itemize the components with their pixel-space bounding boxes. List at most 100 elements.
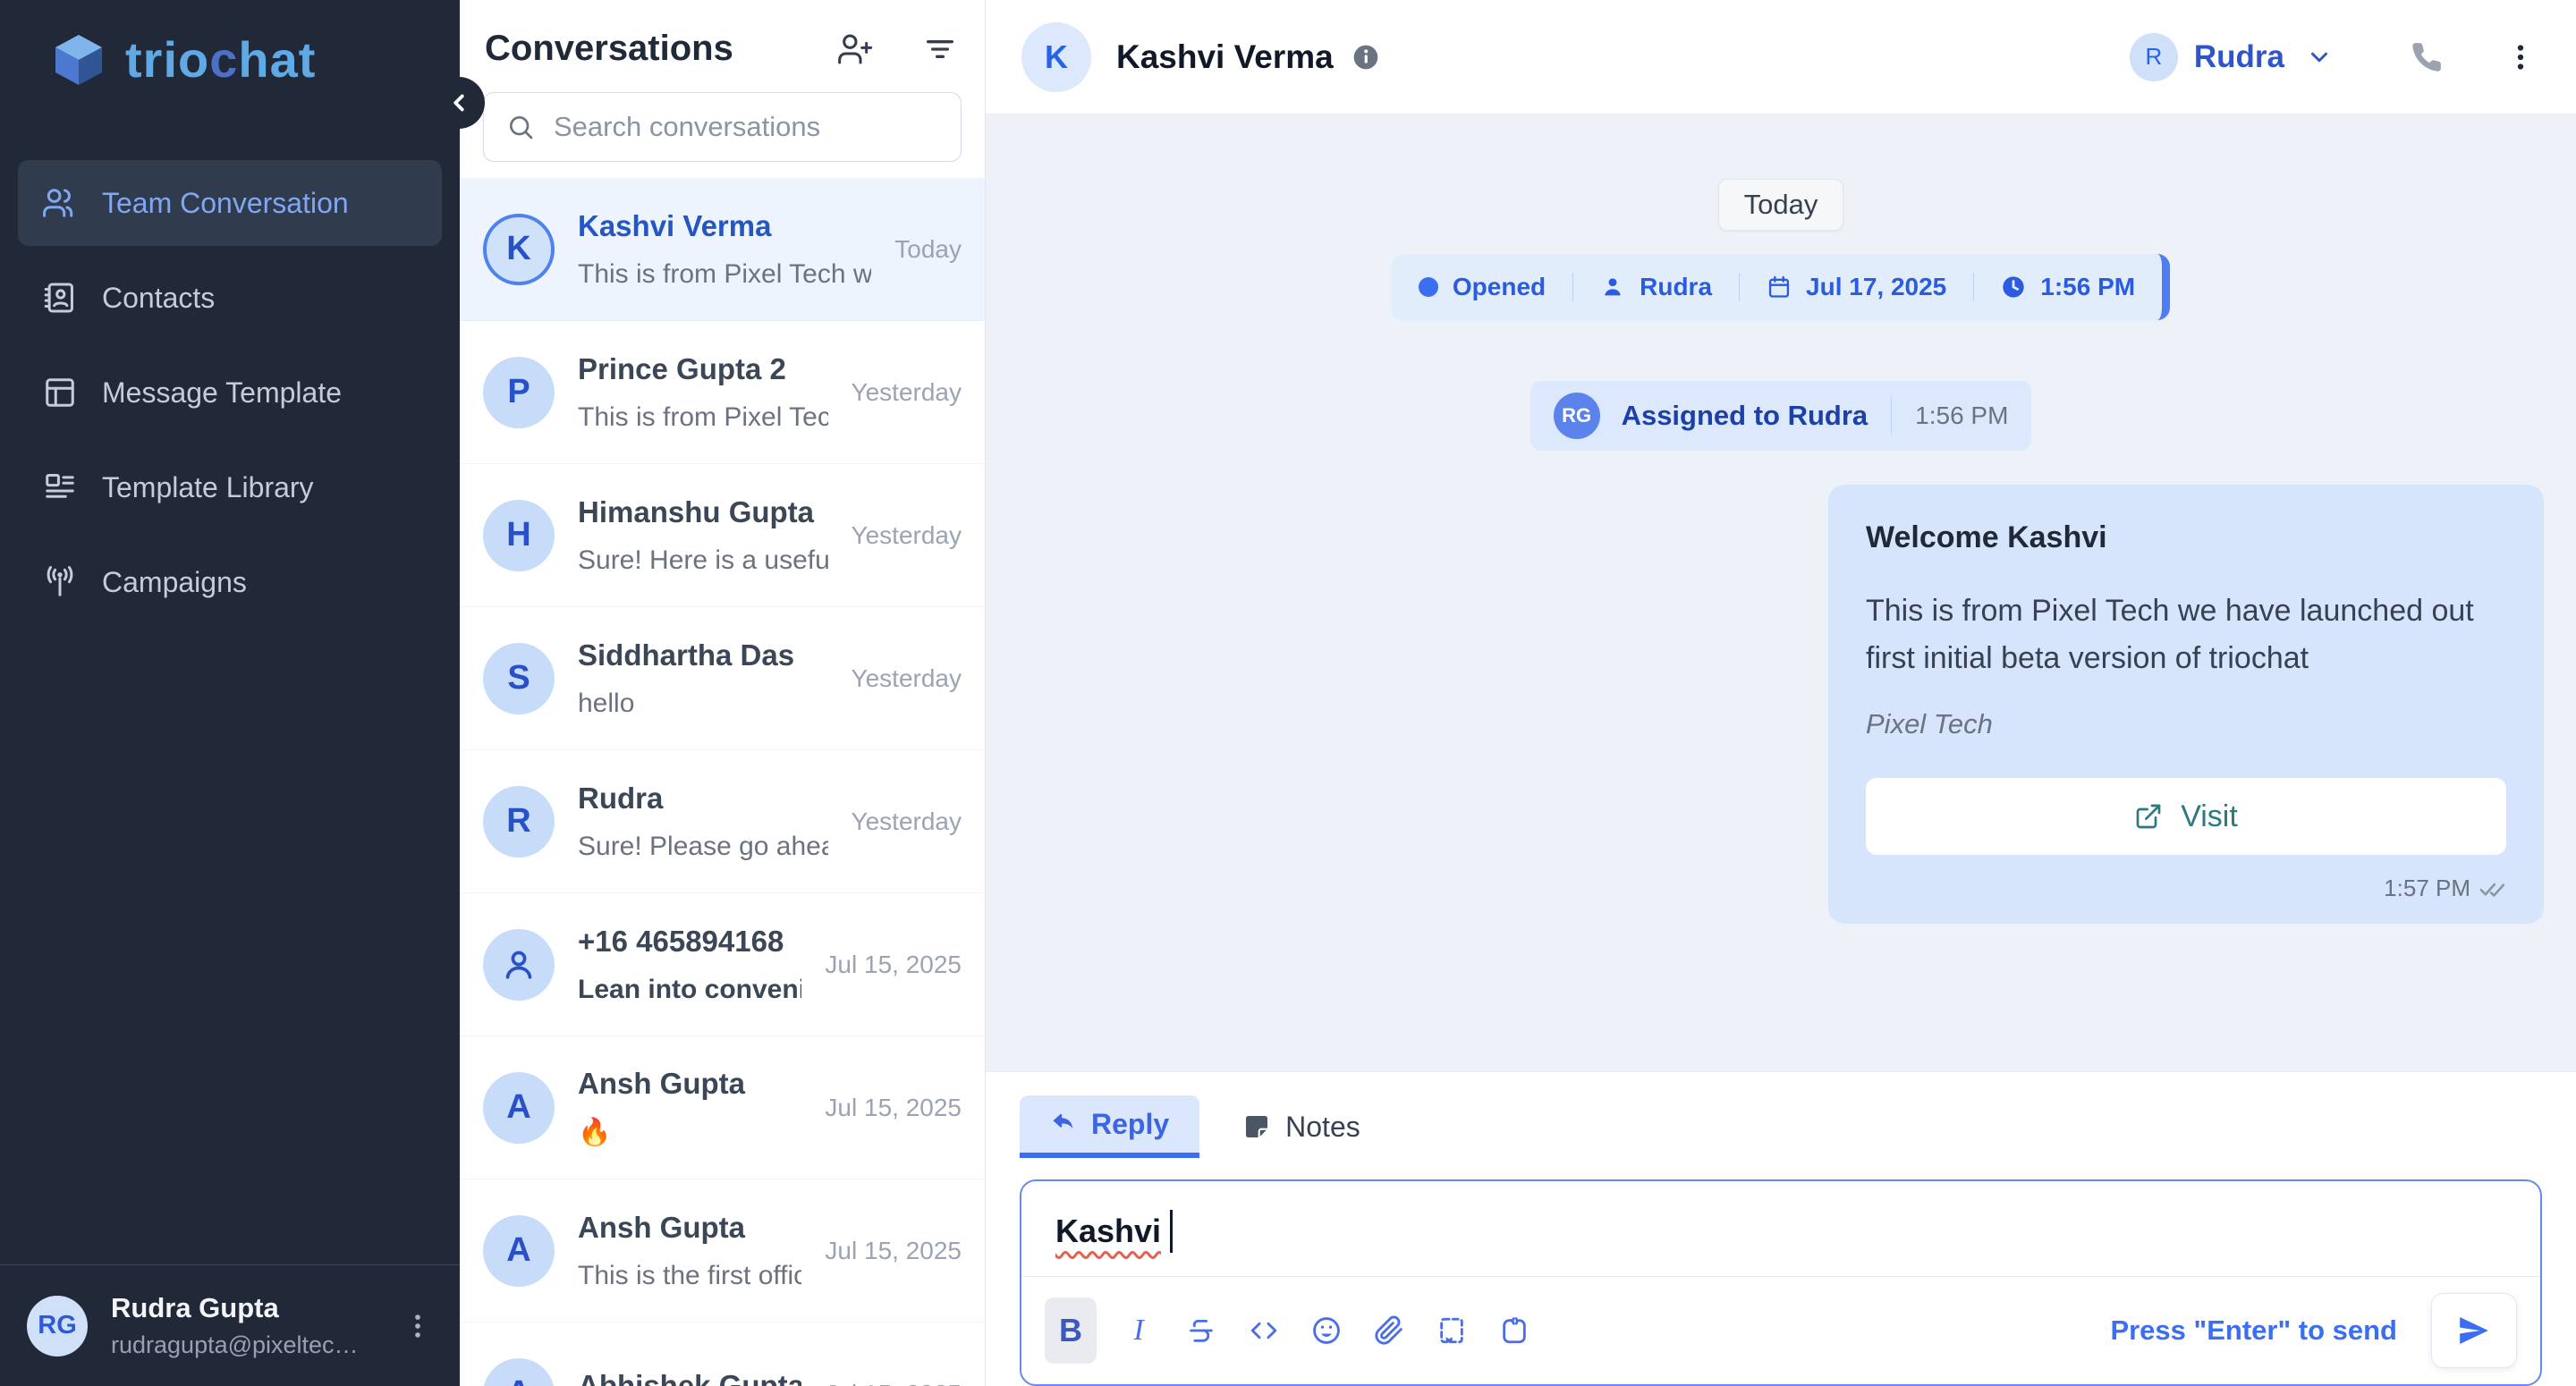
conversation-name: Abhishek Gupta bbox=[578, 1369, 801, 1386]
sidebar-item-template-library[interactable]: Template Library bbox=[18, 444, 442, 530]
conversation-name: Kashvi Verma bbox=[578, 209, 871, 243]
conversation-list-item[interactable]: HHimanshu GuptaSure! Here is a useful li… bbox=[460, 464, 985, 607]
bold-button[interactable]: B bbox=[1045, 1297, 1097, 1364]
more-vertical-icon bbox=[402, 1311, 433, 1341]
conversations-panel: Conversations K Kashvi Verma This is from … bbox=[460, 0, 986, 1386]
assignee-dropdown[interactable]: R Rudra bbox=[2130, 33, 2333, 81]
conversation-list-item[interactable]: +16 465894168Lean into convenience…Jul 1… bbox=[460, 893, 985, 1036]
chat-panel: K Kashvi Verma R Rudra Today Opened bbox=[986, 0, 2576, 1386]
visit-button-label: Visit bbox=[2181, 799, 2238, 834]
conversation-list-item[interactable]: AAnsh GuptaThis is the first official …J… bbox=[460, 1179, 985, 1323]
send-hint: Press "Enter" to send bbox=[2110, 1314, 2397, 1347]
sidebar-item-contacts[interactable]: Contacts bbox=[18, 255, 442, 341]
sidebar-item-label: Contacts bbox=[102, 282, 215, 315]
strikethrough-button[interactable] bbox=[1170, 1297, 1233, 1364]
conversation-name: Rudra bbox=[578, 782, 828, 816]
user-plus-icon bbox=[838, 31, 874, 67]
conversation-list-item[interactable]: RRudraSure! Please go ahead a…Yesterday bbox=[460, 750, 985, 893]
system-event-time: 1:56 PM bbox=[1915, 401, 2008, 430]
assignee-name: Rudra bbox=[2194, 39, 2284, 75]
sidebar-item-team-conversation[interactable]: Team Conversation bbox=[18, 160, 442, 246]
sidebar-item-label: Message Template bbox=[102, 376, 342, 410]
attach-button[interactable] bbox=[1358, 1297, 1420, 1364]
avatar: RG bbox=[1554, 393, 1600, 439]
chat-menu-button[interactable] bbox=[2504, 41, 2537, 73]
status-opened: Opened bbox=[1392, 273, 1572, 301]
strikethrough-icon bbox=[1186, 1315, 1216, 1346]
message-body: This is from Pixel Tech we have launched… bbox=[1866, 587, 2506, 681]
smiley-icon bbox=[1311, 1315, 1342, 1346]
system-event-assigned: RG Assigned to Rudra 1:56 PM bbox=[1530, 381, 2032, 451]
template-picker-button[interactable] bbox=[1420, 1297, 1483, 1364]
conversation-list-item[interactable]: KKashvi VermaThis is from Pixel Tech we … bbox=[460, 178, 985, 321]
chevron-left-icon bbox=[445, 89, 472, 116]
conversation-time: Yesterday bbox=[852, 807, 962, 836]
conversation-time: Jul 15, 2025 bbox=[825, 951, 962, 979]
info-icon bbox=[1352, 43, 1380, 72]
formatting-toolbar: B I bbox=[1021, 1276, 2540, 1384]
conversation-list-item[interactable]: AAbhishek GuptaJul 15, 2025 bbox=[460, 1323, 985, 1386]
broadcast-icon bbox=[43, 565, 77, 599]
avatar: K bbox=[483, 214, 555, 285]
conversation-name: Ansh Gupta bbox=[578, 1067, 801, 1101]
conversation-list-item[interactable]: PPrince Gupta 2This is from Pixel Tech w… bbox=[460, 321, 985, 464]
avatar: A bbox=[483, 1358, 555, 1386]
search-icon bbox=[506, 113, 535, 141]
conversations-title: Conversations bbox=[485, 29, 838, 69]
tab-reply[interactable]: Reply bbox=[1020, 1095, 1199, 1158]
time-label: 1:56 PM bbox=[2040, 273, 2135, 301]
message-time: 1:57 PM bbox=[2384, 875, 2470, 902]
message-input[interactable]: Kashvi bbox=[1021, 1181, 2540, 1276]
date-label: Jul 17, 2025 bbox=[1806, 273, 1946, 301]
user-name: Rudra Gupta bbox=[111, 1292, 359, 1324]
filter-icon bbox=[922, 31, 958, 67]
visit-button[interactable]: Visit bbox=[1866, 778, 2506, 855]
reply-icon bbox=[1050, 1111, 1077, 1137]
conversation-list-item[interactable]: SSiddhartha DashelloYesterday bbox=[460, 607, 985, 750]
search-input[interactable] bbox=[483, 92, 962, 162]
conversation-preview: This is from Pixel Tech w… bbox=[578, 402, 828, 433]
tab-notes[interactable]: Notes bbox=[1242, 1095, 1360, 1158]
conversation-preview: hello bbox=[578, 689, 828, 719]
sidebar-item-label: Template Library bbox=[102, 471, 314, 504]
code-button[interactable] bbox=[1233, 1297, 1295, 1364]
conversation-time: Today bbox=[894, 235, 962, 264]
status-date: Jul 17, 2025 bbox=[1739, 273, 1973, 301]
message-meta: Pixel Tech bbox=[1866, 708, 2506, 740]
avatar: R bbox=[2130, 33, 2178, 81]
tab-notes-label: Notes bbox=[1285, 1111, 1360, 1144]
logo-text-trio: trio bbox=[125, 31, 209, 88]
conversation-list-item[interactable]: AAnsh Gupta🔥Jul 15, 2025 bbox=[460, 1036, 985, 1179]
call-button[interactable] bbox=[2410, 40, 2444, 74]
check-check-icon bbox=[2479, 875, 2506, 902]
status-agent: Rudra bbox=[1572, 273, 1739, 301]
emoji-button[interactable] bbox=[1295, 1297, 1358, 1364]
phone-icon bbox=[2410, 40, 2444, 74]
user-email: rudragupta@pixeltec… bbox=[111, 1331, 359, 1359]
conversation-status-bar: Opened Rudra Jul 17, 2025 1:56 PM bbox=[1392, 254, 2170, 320]
sidebar-item-message-template[interactable]: Message Template bbox=[18, 350, 442, 435]
filter-conversations-button[interactable] bbox=[922, 31, 958, 67]
calendar-icon bbox=[1767, 275, 1792, 300]
avatar: A bbox=[483, 1072, 555, 1144]
sidebar-nav: Team Conversation Contacts Message Templat… bbox=[0, 96, 460, 625]
conversation-preview: Sure! Here is a useful lin… bbox=[578, 545, 828, 576]
snippet-button[interactable] bbox=[1483, 1297, 1546, 1364]
status-dot-icon bbox=[1419, 277, 1438, 297]
user-menu-button[interactable] bbox=[402, 1311, 433, 1341]
send-button[interactable] bbox=[2431, 1293, 2517, 1368]
system-event-text: Assigned to Rudra bbox=[1622, 400, 1868, 432]
sidebar-item-campaigns[interactable]: Campaigns bbox=[18, 539, 442, 625]
italic-button[interactable]: I bbox=[1107, 1297, 1170, 1364]
conversation-time: Jul 15, 2025 bbox=[825, 1094, 962, 1122]
new-conversation-button[interactable] bbox=[838, 31, 874, 67]
person-avatar-icon bbox=[483, 929, 555, 1001]
message-scroll-area[interactable]: Today Opened Rudra Jul 17, 2025 1:56 PM … bbox=[986, 114, 2576, 1071]
sidebar-collapse-button[interactable] bbox=[433, 77, 485, 129]
triochat-cube-icon bbox=[50, 31, 107, 89]
conversation-preview: Sure! Please go ahead a… bbox=[578, 832, 828, 862]
logo-text-hat: hat bbox=[238, 31, 316, 88]
contact-info-button[interactable] bbox=[1352, 43, 1380, 72]
sidebar-user-card[interactable]: RG Rudra Gupta rudragupta@pixeltec… bbox=[0, 1264, 460, 1386]
message-input-box: Kashvi B I bbox=[1020, 1179, 2542, 1386]
